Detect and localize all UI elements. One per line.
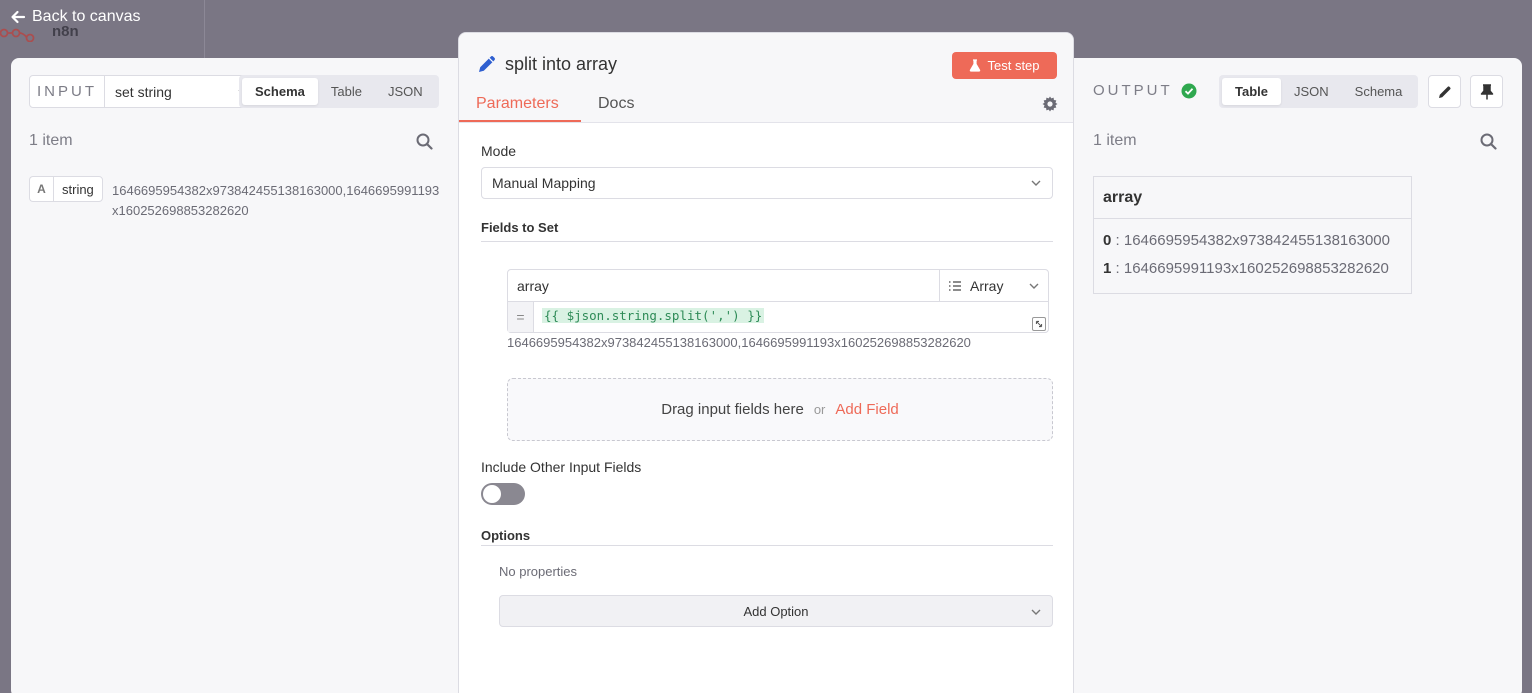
- array-index: 0: [1103, 232, 1112, 249]
- toggle-knob: [483, 485, 501, 503]
- tab-parameters[interactable]: Parameters: [476, 95, 559, 113]
- mode-select[interactable]: Manual Mapping: [481, 167, 1053, 199]
- node-header: split into array Test step Parameters Do…: [459, 33, 1073, 123]
- include-other-fields-toggle[interactable]: [481, 483, 525, 505]
- input-search-icon[interactable]: [416, 133, 433, 150]
- pin-data-button[interactable]: [1470, 75, 1503, 108]
- equals-sign: =: [508, 302, 534, 332]
- mode-select-value: Manual Mapping: [492, 175, 596, 191]
- back-to-canvas-link[interactable]: Back to canvas: [10, 8, 141, 26]
- input-tab-schema[interactable]: Schema: [242, 78, 318, 105]
- output-table-header: array: [1094, 177, 1411, 219]
- schema-field-row[interactable]: A string: [29, 176, 103, 202]
- test-step-button[interactable]: Test step: [952, 52, 1057, 79]
- chevron-down-icon: [1031, 180, 1041, 186]
- assignment-type-value: Array: [970, 277, 1004, 294]
- add-field-link[interactable]: Add Field: [835, 401, 898, 418]
- pencil-icon: [479, 56, 495, 72]
- add-option-label: Add Option: [743, 603, 809, 619]
- expression-result-preview: 1646695954382x973842455138163000,1646695…: [507, 335, 971, 350]
- output-items-count: 1 item: [1093, 132, 1137, 149]
- output-label: OUTPUT: [1093, 82, 1173, 99]
- options-label: Options: [481, 528, 531, 543]
- no-properties-text: No properties: [499, 564, 578, 579]
- active-tab-underline: [459, 120, 581, 122]
- schema-field-value: 1646695954382x973842455138163000,1646695…: [112, 183, 440, 218]
- output-tab-json[interactable]: JSON: [1281, 78, 1342, 105]
- input-node-select-value: set string: [115, 83, 172, 100]
- edit-output-button[interactable]: [1428, 75, 1461, 108]
- array-value: 1646695991193x160252698853282620: [1123, 260, 1389, 277]
- assignment-type-select[interactable]: Array: [940, 270, 1048, 302]
- assignment-name-input[interactable]: array: [508, 270, 940, 302]
- output-tab-schema[interactable]: Schema: [1342, 78, 1416, 105]
- output-header: OUTPUT: [1093, 82, 1197, 99]
- tab-docs[interactable]: Docs: [598, 95, 634, 113]
- flask-icon: [970, 59, 981, 72]
- output-view-tabs: Table JSON Schema: [1219, 75, 1419, 108]
- drop-zone[interactable]: Drag input fields here or Add Field: [507, 378, 1053, 441]
- expand-editor-icon[interactable]: [1032, 317, 1046, 331]
- mode-label: Mode: [481, 143, 517, 159]
- topbar-divider: [204, 0, 205, 58]
- chevron-down-icon: [1031, 609, 1041, 615]
- array-value: 1646695954382x973842455138163000: [1123, 232, 1390, 249]
- options-divider: [481, 545, 1053, 546]
- assignment-expression[interactable]: {{ $json.string.split(',') }}: [542, 308, 765, 323]
- output-tab-table[interactable]: Table: [1222, 78, 1281, 105]
- success-check-icon: [1181, 83, 1197, 98]
- include-other-fields-label: Include Other Input Fields: [481, 459, 642, 475]
- output-search-icon[interactable]: [1480, 133, 1497, 150]
- gear-icon[interactable]: [1042, 96, 1058, 112]
- input-tab-table[interactable]: Table: [318, 78, 375, 105]
- input-items-count: 1 item: [29, 132, 73, 149]
- fields-divider: [481, 241, 1053, 242]
- output-table-row: 0 : 1646695954382x973842455138163000: [1103, 232, 1390, 249]
- assignment-row: array Array = {{ $json.string.split(',')…: [507, 269, 1049, 333]
- drop-zone-or: or: [813, 402, 826, 417]
- input-label: INPUT: [29, 75, 105, 108]
- input-view-tabs: Schema Table JSON: [239, 75, 439, 108]
- input-tab-json[interactable]: JSON: [375, 78, 436, 105]
- list-icon: [949, 280, 961, 291]
- arrow-left-icon: [11, 10, 26, 24]
- string-type-icon: A: [29, 176, 53, 202]
- array-index: 1: [1103, 260, 1112, 277]
- back-to-canvas-label: Back to canvas: [32, 8, 141, 25]
- fields-to-set-label: Fields to Set: [481, 220, 559, 235]
- output-table-row: 1 : 1646695991193x160252698853282620: [1103, 260, 1389, 277]
- pencil-icon: [1438, 85, 1451, 98]
- drop-zone-text: Drag input fields here: [661, 401, 804, 418]
- output-table: array 0 : 1646695954382x9738424551381630…: [1093, 176, 1412, 294]
- node-settings-panel: split into array Test step Parameters Do…: [458, 32, 1074, 693]
- input-node-select[interactable]: set string: [105, 75, 260, 108]
- add-option-button[interactable]: Add Option: [499, 595, 1053, 627]
- node-title[interactable]: split into array: [505, 54, 617, 75]
- schema-field-name[interactable]: string: [53, 176, 103, 202]
- test-step-label: Test step: [987, 58, 1040, 73]
- pin-icon: [1480, 83, 1493, 99]
- chevron-down-icon: [1029, 283, 1039, 289]
